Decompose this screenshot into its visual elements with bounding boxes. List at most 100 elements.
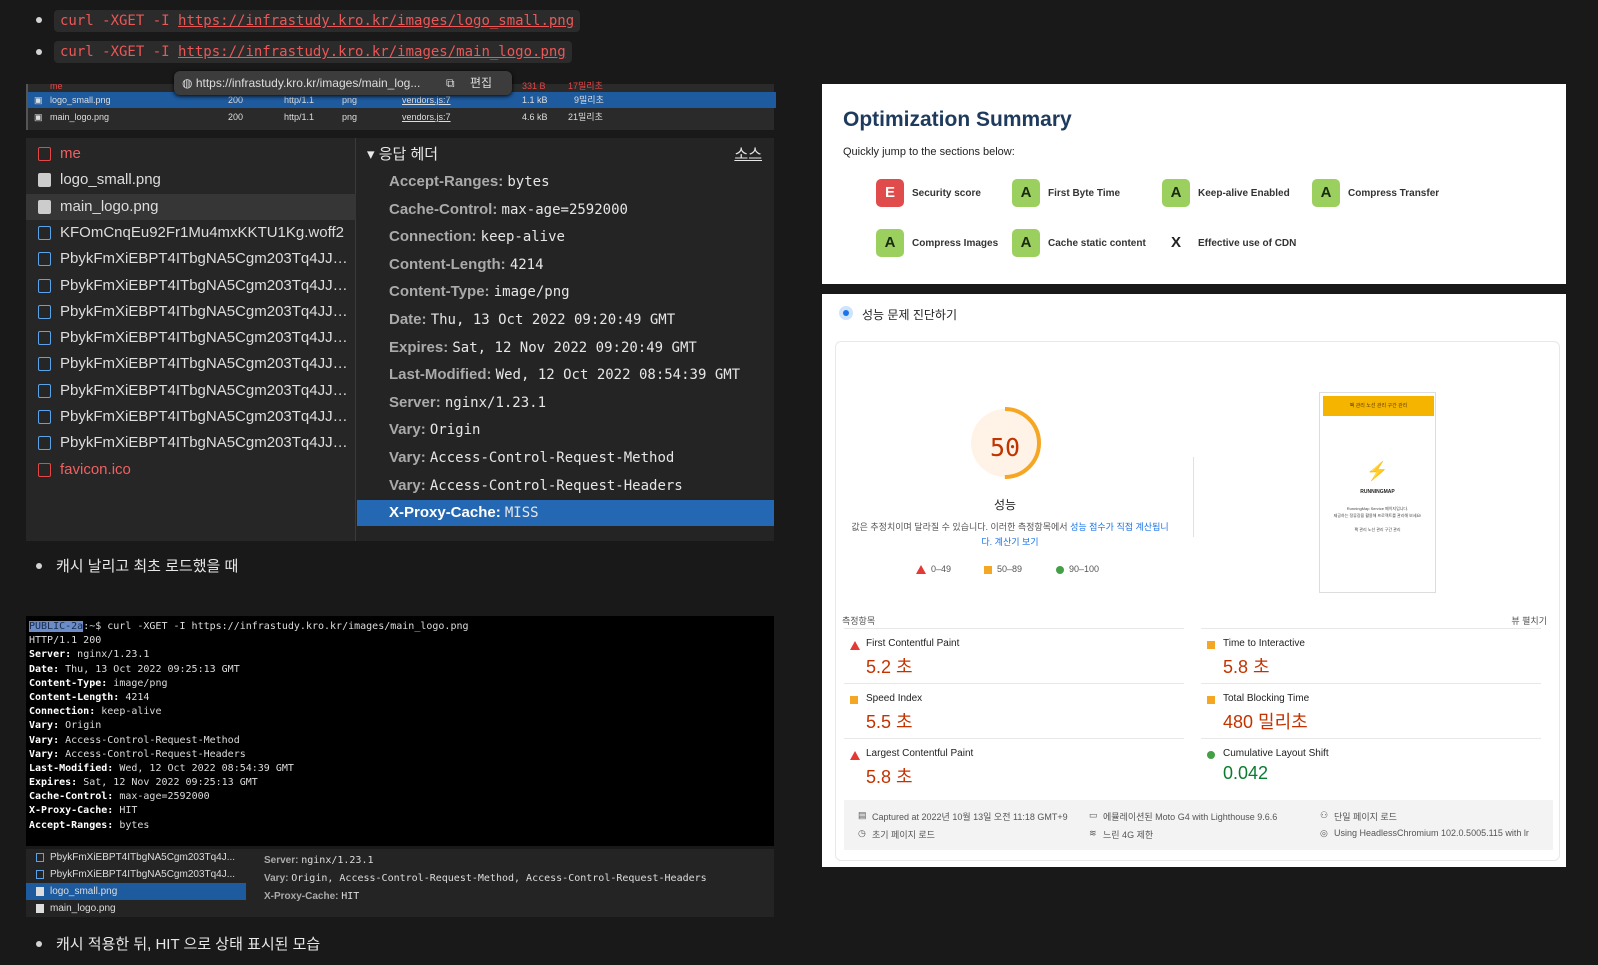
header-value: Access-Control-Request-Method <box>429 450 675 466</box>
file-list-item[interactable]: main_logo.png <box>26 900 246 917</box>
file-list-item[interactable]: me <box>26 141 356 167</box>
header-row[interactable]: Accept-Ranges: bytes <box>357 169 774 195</box>
grade-label[interactable]: Compress Transfer <box>1348 188 1439 199</box>
response-headers-title[interactable]: ▾ 응답 헤더 <box>367 143 438 164</box>
header-value: bytes <box>507 174 550 190</box>
header-row[interactable]: Expires: Sat, 12 Nov 2022 09:20:49 GMT <box>357 335 774 361</box>
file-name: PbykFmXiEBPT4ITbgNA5Cgm203Tq4JJWq8tWZ0.w… <box>60 302 350 320</box>
average-square-icon <box>1207 696 1215 704</box>
metric-value: 5.8 초 <box>866 767 913 787</box>
page-screenshot-thumbnail[interactable]: 팩 관리 노선 관리 구간 관리 ⚡ RUNNINGMAP RunningMap… <box>1319 392 1436 593</box>
file-list-item[interactable]: KFOmCnqEu92Fr1Mu4mxKKTU1Kg.woff2 <box>26 220 356 246</box>
file-list-item[interactable]: PbykFmXiEBPT4ITbgNA5Cgm203Tq4JJWq8tWZ0.w… <box>26 404 356 430</box>
header-key: Cache-Control: <box>389 200 498 218</box>
file-list-item[interactable]: PbykFmXiEBPT4ITbgNA5Cgm203Tq4JJWq8tWZ0.w… <box>26 246 356 272</box>
file-list-item[interactable]: PbykFmXiEBPT4ITbgNA5Cgm203Tq4J... <box>26 866 246 883</box>
expand-view-button[interactable]: 뷰 펼치기 <box>1511 614 1547 627</box>
header-key: Last-Modified: <box>389 366 492 384</box>
grade-badge[interactable]: A <box>1012 179 1040 207</box>
calendar-icon: ▤ <box>858 810 867 820</box>
file-name: me <box>60 145 81 162</box>
edit-button[interactable]: 편집 <box>470 71 492 95</box>
header-value: nginx/1.23.1 <box>444 394 547 411</box>
font-file-icon <box>38 436 51 451</box>
font-file-icon <box>38 252 51 267</box>
preview-nav-bar: 팩 관리 노선 관리 구간 관리 <box>1323 396 1434 416</box>
file-list-item[interactable]: PbykFmXiEBPT4ITbgNA5Cgm203Tq4JJWq8tWZ0.w… <box>26 378 356 404</box>
metric-value: 5.2 초 <box>866 657 913 677</box>
file-name: PbykFmXiEBPT4ITbgNA5Cgm203Tq4JJWq8tWZ0.w… <box>60 250 350 268</box>
average-square-icon <box>850 696 858 704</box>
font-file-icon <box>36 870 44 879</box>
file-list-item[interactable]: PbykFmXiEBPT4ITbgNA5Cgm203Tq4JJWq8tWZ0.w… <box>26 299 356 325</box>
metrics-section-label: 측정항목 <box>842 616 876 626</box>
table-row[interactable]: ▣ main_logo.png 200 http/1.1 png vendors… <box>28 109 776 125</box>
header-row[interactable]: Vary: Origin, Access-Control-Request-Met… <box>264 873 707 884</box>
metric-value: 0.042 <box>1223 763 1269 783</box>
header-row[interactable]: Vary: Origin <box>357 417 774 443</box>
grade-label[interactable]: Keep-alive Enabled <box>1198 188 1290 199</box>
grade-badge[interactable]: A <box>876 229 904 257</box>
header-row[interactable]: Last-Modified: Wed, 12 Oct 2022 08:54:39… <box>357 362 774 388</box>
legend-pass: 90–100 <box>1056 564 1099 574</box>
caption-cache-hit: 캐시 적용한 뒤, HIT 으로 상태 표시된 모습 <box>56 936 321 953</box>
grade-badge[interactable]: X <box>1162 229 1190 257</box>
header-value: max-age=2592000 <box>501 201 628 218</box>
grade-label[interactable]: First Byte Time <box>1048 188 1120 199</box>
file-name: PbykFmXiEBPT4ITbgNA5Cgm203Tq4J... <box>50 852 236 863</box>
copy-icon[interactable]: ⧉ <box>446 71 455 95</box>
header-key: Content-Length: <box>389 255 506 273</box>
grade-badge[interactable]: A <box>1312 179 1340 207</box>
file-name: PbykFmXiEBPT4ITbgNA5Cgm203Tq4JJWq8tWZ0.w… <box>60 408 350 425</box>
header-row[interactable]: X-Proxy-Cache: MISS <box>357 500 774 527</box>
font-file-icon <box>38 304 51 319</box>
devtools-panel: me logo_small.png main_logo.png KFOmCnqEu92… <box>26 138 774 541</box>
link-main-logo[interactable]: https://infrastudy.kro.kr/images/main_lo… <box>178 44 566 60</box>
terminal-line: Server: nginx/1.23.1 <box>29 649 150 661</box>
header-row[interactable]: Server: nginx/1.23.1 <box>357 390 774 416</box>
optimization-summary: Optimization Summary Quickly jump to the… <box>822 84 1566 284</box>
header-row[interactable]: Date: Thu, 13 Oct 2022 09:20:49 GMT <box>357 307 774 333</box>
header-value: keep-alive <box>480 229 565 246</box>
header-value: 4214 <box>509 256 544 273</box>
circle-icon <box>1056 565 1064 574</box>
header-row[interactable]: Vary: Access-Control-Request-Method <box>357 445 774 471</box>
file-list-item[interactable]: logo_small.png <box>26 167 356 193</box>
grade-badge[interactable]: A <box>1012 229 1040 257</box>
file-list-item[interactable]: PbykFmXiEBPT4ITbgNA5Cgm203Tq4JJWq8tWZ0.w… <box>26 273 356 299</box>
grade-badge[interactable]: A <box>1162 179 1190 207</box>
image-file-icon <box>38 173 51 188</box>
font-file-icon <box>38 410 51 424</box>
header-key: Date: <box>389 311 427 328</box>
header-row[interactable]: Content-Length: 4214 <box>357 252 774 278</box>
file-list-item[interactable]: PbykFmXiEBPT4ITbgNA5Cgm203Tq4JJWq8tWZ0.w… <box>26 325 356 351</box>
link-logo-small[interactable]: https://infrastudy.kro.kr/images/logo_sm… <box>178 13 574 29</box>
lighthouse-heading: 성능 문제 진단하기 <box>862 308 957 322</box>
terminal-line: Vary: Access-Control-Request-Method <box>29 734 240 746</box>
file-list-item[interactable]: main_logo.png <box>26 193 356 220</box>
header-row[interactable]: X-Proxy-Cache: HIT <box>264 891 359 902</box>
header-row[interactable]: Connection: keep-alive <box>357 224 774 250</box>
grade-label[interactable]: Effective use of CDN <box>1198 238 1296 249</box>
header-row[interactable]: Cache-Control: max-age=2592000 <box>357 197 774 223</box>
header-key: Content-Type: <box>389 283 490 301</box>
bullet-dot <box>36 49 42 55</box>
metric-name: Largest Contentful Paint <box>866 748 974 759</box>
file-name: main_logo.png <box>60 197 159 215</box>
file-list-item[interactable]: PbykFmXiEBPT4ITbgNA5Cgm203Tq4JJWq8tWZ0.w… <box>26 430 356 456</box>
view-source-link[interactable]: 소스 <box>734 143 762 164</box>
runningmap-logo-icon: ⚡ <box>1366 461 1389 481</box>
grade-label[interactable]: Security score <box>912 188 981 199</box>
performance-label: 성능 <box>993 498 1017 512</box>
grade-badge[interactable]: E <box>876 179 904 207</box>
header-key: Vary: <box>389 476 426 494</box>
grade-label[interactable]: Compress Images <box>912 238 998 249</box>
header-row[interactable]: Vary: Access-Control-Request-Headers <box>357 473 774 499</box>
file-list-item[interactable]: PbykFmXiEBPT4ITbgNA5Cgm203Tq4JJWq8tWZ0.w… <box>26 351 356 377</box>
grade-label[interactable]: Cache static content <box>1048 238 1146 249</box>
file-list-item[interactable]: logo_small.png <box>26 883 246 900</box>
header-row[interactable]: Server: nginx/1.23.1 <box>264 855 374 866</box>
file-list-item[interactable]: favicon.ico <box>26 457 356 483</box>
file-list-item[interactable]: PbykFmXiEBPT4ITbgNA5Cgm203Tq4J... <box>26 849 246 866</box>
header-row[interactable]: Content-Type: image/png <box>357 279 774 305</box>
